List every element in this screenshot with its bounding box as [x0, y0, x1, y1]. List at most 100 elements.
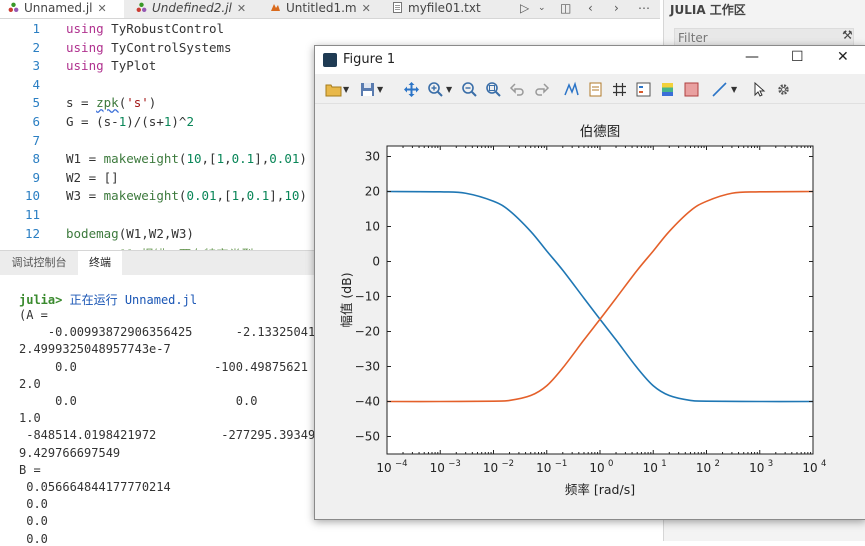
console-line: 9.429766697549: [19, 445, 121, 460]
y-tick-label: −40: [355, 395, 380, 409]
x-tick-label: 10: [483, 461, 498, 475]
code-line: s = zpk('s'): [66, 95, 157, 111]
close-icon[interactable]: ✕: [362, 2, 371, 15]
editor-tab-bar: Unnamed.jl ✕ Undefined2.jl ✕ Untitled1.m ✕ …: [0, 0, 660, 19]
zoom-fit-icon[interactable]: [485, 81, 502, 98]
line-number: 8: [32, 151, 40, 167]
x-tick-exponent: −4: [395, 459, 408, 469]
code-line: W3 = makeweight(0.01,[1,0.1],10): [66, 188, 307, 204]
x-tick-label: 10: [376, 461, 391, 475]
x-tick-exponent: 2: [715, 459, 720, 469]
x-tick-label: 10: [589, 461, 604, 475]
bode-chart[interactable]: 3020100−10−20−30−40−5010 −4 10 −3 10 −2 10 −1 10…: [315, 104, 865, 519]
undo-icon[interactable]: [509, 81, 526, 98]
chevron-down-icon[interactable]: ▼: [343, 85, 360, 102]
julia-prompt: julia>: [19, 293, 63, 307]
x-axis-label: 频率 [rad/s]: [565, 482, 635, 497]
minimize-icon[interactable]: —: [745, 49, 759, 65]
insert-text-icon[interactable]: [587, 81, 604, 98]
m-file-icon: [271, 4, 280, 11]
figure-app-icon: [323, 53, 337, 67]
fill-area-icon[interactable]: [683, 81, 700, 98]
tab-unnamed-jl[interactable]: Unnamed.jl ✕: [0, 0, 124, 18]
tab-untitled1-m[interactable]: Untitled1.m ✕: [262, 0, 378, 18]
back-icon[interactable]: ‹: [588, 0, 593, 18]
code-line: W1 = makeweight(10,[1,0.1],0.01): [66, 151, 307, 167]
code-line: using TyControlSystems: [66, 39, 232, 55]
tab-debug-console[interactable]: 调试控制台: [0, 251, 78, 275]
pointer-icon[interactable]: [751, 81, 768, 98]
x-tick-label: 10: [643, 461, 658, 475]
console-line: 0.0 -100.49875621: [19, 359, 308, 374]
console-line: 0.0 0.0: [19, 394, 258, 408]
x-tick-exponent: −1: [555, 459, 568, 469]
x-tick-label: 10: [536, 461, 551, 475]
chevron-down-icon[interactable]: ▼: [731, 85, 748, 102]
tab-label: Undefined2.jl: [152, 1, 232, 15]
run-icon[interactable]: ▷: [520, 0, 529, 18]
close-icon[interactable]: ✕: [237, 2, 246, 15]
split-editor-icon[interactable]: ◫: [560, 0, 571, 18]
y-tick-label: −50: [355, 430, 380, 444]
data-cursor-icon[interactable]: [563, 81, 580, 98]
tab-label: Untitled1.m: [286, 1, 357, 15]
julia-file-icon: [136, 2, 147, 12]
zoom-out-icon[interactable]: [461, 81, 478, 98]
close-icon[interactable]: ✕: [837, 49, 849, 65]
chevron-down-icon[interactable]: ▼: [377, 85, 394, 102]
figure-title: Figure 1: [343, 52, 396, 67]
line-number: 1: [32, 21, 40, 36]
run-message: 正在运行 Unnamed.jl: [69, 293, 198, 307]
console-line: -848514.0198421972 -277295.39349266: [19, 428, 337, 443]
code-line: using TyPlot: [66, 58, 157, 74]
julia-file-icon: [8, 2, 19, 12]
figure-titlebar: Figure 1 — ☐ ✕: [315, 46, 865, 74]
maximize-icon[interactable]: ☐: [791, 49, 804, 65]
console-line: 2.4999325048957743e-7: [19, 342, 171, 357]
forward-icon[interactable]: ›: [614, 0, 619, 18]
redo-icon[interactable]: [533, 81, 550, 98]
pan-icon[interactable]: [403, 81, 420, 98]
close-icon[interactable]: ✕: [98, 2, 107, 15]
gear-icon[interactable]: [775, 81, 792, 98]
prompt-line: julia> 正在运行 Unnamed.jl: [19, 291, 197, 308]
code-line: W2 = []: [66, 169, 119, 185]
save-icon[interactable]: [359, 81, 376, 98]
chevron-down-icon[interactable]: ⌄: [538, 0, 546, 18]
line-number: 4: [32, 76, 40, 92]
x-tick-exponent: 4: [821, 459, 826, 469]
tab-undefined2-jl[interactable]: Undefined2.jl ✕: [128, 0, 256, 18]
line-number: 12: [24, 225, 40, 241]
tab-myfile01-txt[interactable]: myfile01.txt: [384, 0, 494, 18]
line-number: 11: [24, 207, 40, 222]
line-number: 5: [32, 95, 40, 111]
code-line: bodemag(W1,W2,W3): [66, 225, 194, 241]
line-tool-icon[interactable]: [711, 81, 728, 98]
x-tick-label: 10: [430, 461, 445, 475]
open-folder-icon[interactable]: [325, 81, 342, 98]
console-line: -0.00993872906356425 -2.13325041: [19, 325, 316, 340]
tab-label: Unnamed.jl: [24, 1, 93, 15]
console-line: 2.0: [19, 376, 41, 391]
tab-label: myfile01.txt: [408, 1, 481, 15]
clear-filter-icon[interactable]: ⚒: [842, 28, 853, 42]
line-number: 10: [24, 188, 40, 204]
console-line: (A =: [19, 308, 48, 322]
console-line: B =: [19, 462, 41, 477]
tab-terminal[interactable]: 终端: [78, 251, 122, 275]
console-line: 0.0: [19, 531, 48, 546]
chart-title: 伯德图: [580, 124, 621, 140]
y-tick-label: 20: [365, 185, 380, 199]
zoom-in-icon[interactable]: [427, 81, 444, 98]
x-tick-exponent: −2: [502, 459, 515, 469]
code-line: using TyRobustControl: [66, 21, 225, 36]
y-tick-label: −30: [355, 360, 380, 374]
line-number: 7: [32, 132, 40, 148]
legend-icon[interactable]: [635, 81, 652, 98]
more-icon[interactable]: ⋯: [638, 0, 650, 18]
y-tick-label: −20: [355, 325, 380, 339]
x-tick-exponent: 3: [768, 459, 773, 469]
grid-icon[interactable]: [611, 81, 628, 98]
colorbar-icon[interactable]: [659, 81, 676, 98]
console-line: 0.056664844177770214: [19, 480, 171, 494]
